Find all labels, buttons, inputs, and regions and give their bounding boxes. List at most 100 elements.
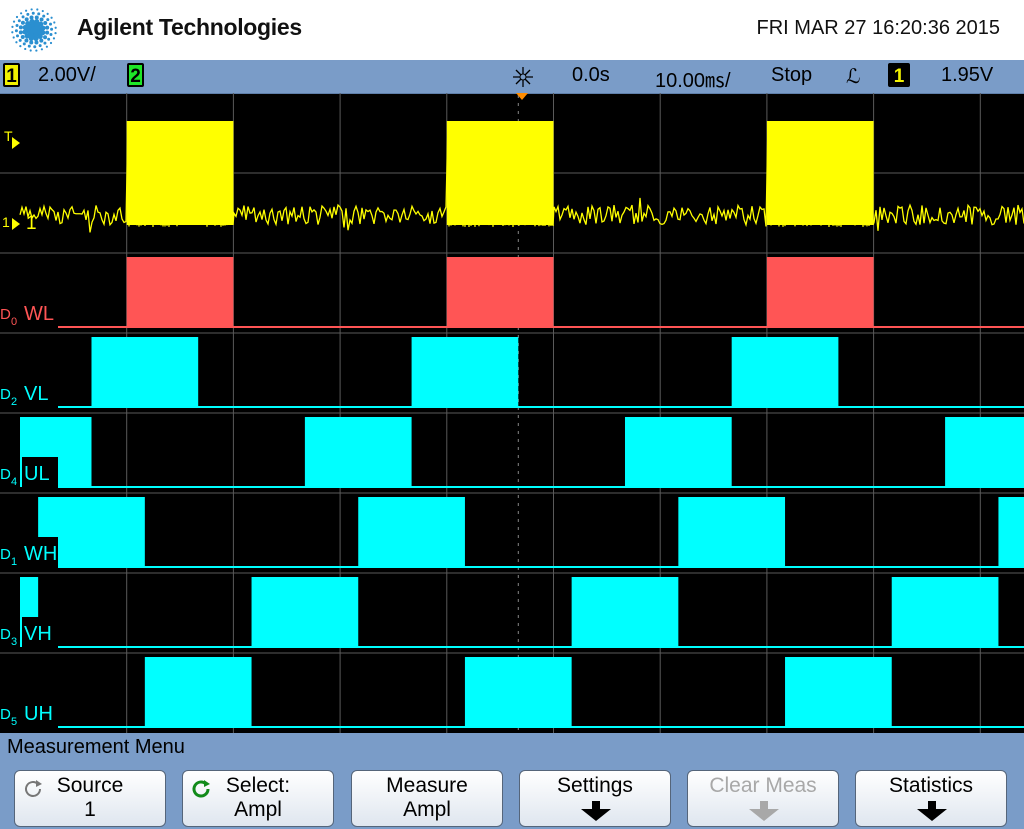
- lane-name-uh: UH: [24, 703, 53, 725]
- logo-dot: [11, 31, 14, 34]
- digital-pulse: [766, 257, 874, 327]
- logo-dot: [24, 17, 29, 22]
- lane-name-vl: VL: [24, 383, 48, 405]
- logo-dot: [39, 17, 44, 22]
- logo-dot: [43, 41, 47, 45]
- submenu-arrow-icon: [917, 801, 947, 821]
- logo-dot: [50, 27, 54, 31]
- logo-dot: [12, 20, 16, 23]
- logo-dot: [20, 12, 23, 15]
- lane-id-d0: D: [0, 306, 11, 323]
- logo-dot: [45, 30, 50, 35]
- logo-dot: [54, 26, 57, 29]
- agilent-spark-logo: [11, 8, 57, 52]
- logo-dot: [18, 30, 23, 35]
- ground-reference-marker: 1: [2, 214, 10, 230]
- digital-pulse: [571, 577, 679, 647]
- digital-pulse: [251, 577, 359, 647]
- digital-lane-vl: VL D 2: [0, 337, 1024, 408]
- logo-dot: [43, 35, 48, 40]
- softkey-settings[interactable]: Settings: [519, 770, 671, 827]
- logo-dot: [47, 37, 51, 41]
- logo-dot: [22, 29, 28, 35]
- lane-id-subscript: 3: [11, 636, 17, 648]
- softkey-statistics[interactable]: Statistics: [855, 770, 1007, 827]
- logo-dot: [35, 49, 38, 52]
- softkey-value: Ampl: [234, 798, 282, 821]
- logo-dot: [19, 45, 22, 48]
- digital-lane-wh: WH D 1: [0, 497, 1024, 568]
- logo-dot: [29, 40, 34, 45]
- lane-id-subscript: 1: [11, 556, 17, 568]
- digital-pulse: [126, 257, 234, 327]
- logo-dot: [11, 25, 14, 28]
- digital-pulse: [891, 577, 999, 647]
- lane-id-subscript: 4: [11, 476, 17, 488]
- digital-pulse: [998, 497, 1024, 567]
- digital-pulse: [446, 257, 554, 327]
- logo-dot: [37, 12, 41, 16]
- digital-pulse: [678, 497, 786, 567]
- softkey-bar: Source 1 Select: Ampl Measure Ampl Settings Cle…: [0, 761, 1024, 829]
- ground-arrow: [12, 218, 20, 230]
- waveform-canvas: WLD 0VLD 2ULD 4WHD 1VHD 3UHD 5 T1 1: [0, 93, 1024, 733]
- logo-dot: [33, 45, 37, 49]
- logo-dot: [42, 14, 46, 18]
- logo-dot: [48, 22, 52, 26]
- logo-dot: [34, 40, 39, 45]
- lane-name-ul: UL: [24, 463, 50, 485]
- logo-dot: [14, 29, 18, 33]
- softkey-select[interactable]: Select: Ampl: [182, 770, 334, 827]
- digital-pulse: [785, 657, 892, 727]
- logo-dot: [41, 9, 44, 13]
- channel1-scale: 2.00V/: [38, 64, 96, 86]
- softkey-clear-meas[interactable]: Clear Meas: [687, 770, 839, 827]
- logo-dot: [34, 15, 39, 20]
- logo-dot: [39, 38, 44, 43]
- logo-dot: [49, 32, 53, 36]
- logo-dot: [22, 42, 26, 46]
- digital-pulse: [464, 657, 572, 727]
- digital-pulse: [144, 657, 252, 727]
- logo-dot: [26, 12, 30, 16]
- select-knob-icon: [192, 780, 210, 798]
- logo-dot: [16, 34, 20, 38]
- softkey-measure[interactable]: Measure Ampl: [351, 770, 503, 827]
- rotate-knob-icon: [25, 780, 42, 797]
- acquisition-icon: [513, 67, 533, 87]
- header-bar: Agilent Technologies FRI MAR 27 16:20:36…: [0, 0, 1024, 60]
- logo-dot: [50, 16, 53, 19]
- brand-name: Agilent Technologies: [77, 14, 302, 40]
- menu-title: Measurement Menu: [7, 736, 185, 758]
- digital-lane-uh: UH D 5: [0, 657, 1024, 728]
- logo-dot: [29, 15, 34, 20]
- digital-lane-ul: UL D 4: [0, 417, 1024, 488]
- logo-dot: [33, 35, 39, 42]
- digital-lane-wl: WL D 0: [0, 257, 1024, 328]
- softkey-value: Ampl: [403, 798, 451, 821]
- logo-dot: [18, 25, 23, 30]
- logo-dot: [43, 21, 48, 26]
- menu-title-bar: Measurement Menu: [0, 733, 1024, 761]
- lane-id-d2: D: [0, 386, 11, 403]
- logo-dot: [53, 21, 56, 24]
- softkey-label: Statistics: [888, 774, 974, 797]
- trigger-source-badge: 1: [888, 63, 910, 87]
- waveform-display[interactable]: WL D 0 VL D 2 UL D 4 WH D 1 VH D 3 UH D 5 T11: [0, 93, 1024, 733]
- lane-id-d4: D: [0, 466, 11, 483]
- logo-dot: [46, 18, 50, 22]
- logo-dot: [27, 44, 31, 48]
- digital-pulse: [945, 417, 1024, 487]
- lane-id-subscript: 2: [11, 396, 17, 408]
- channel1-badge[interactable]: 1: [3, 63, 20, 87]
- logo-dot: [36, 8, 39, 11]
- logo-dot: [29, 49, 32, 52]
- softkey-value: 1: [84, 798, 96, 821]
- submenu-arrow-icon: [749, 801, 779, 821]
- logo-dot: [21, 15, 25, 19]
- logo-dot: [17, 19, 21, 23]
- softkey-source[interactable]: Source 1: [14, 770, 166, 827]
- analog-channel-label: 1: [26, 213, 37, 234]
- logo-dot: [12, 36, 15, 39]
- channel2-badge[interactable]: 2: [127, 63, 144, 87]
